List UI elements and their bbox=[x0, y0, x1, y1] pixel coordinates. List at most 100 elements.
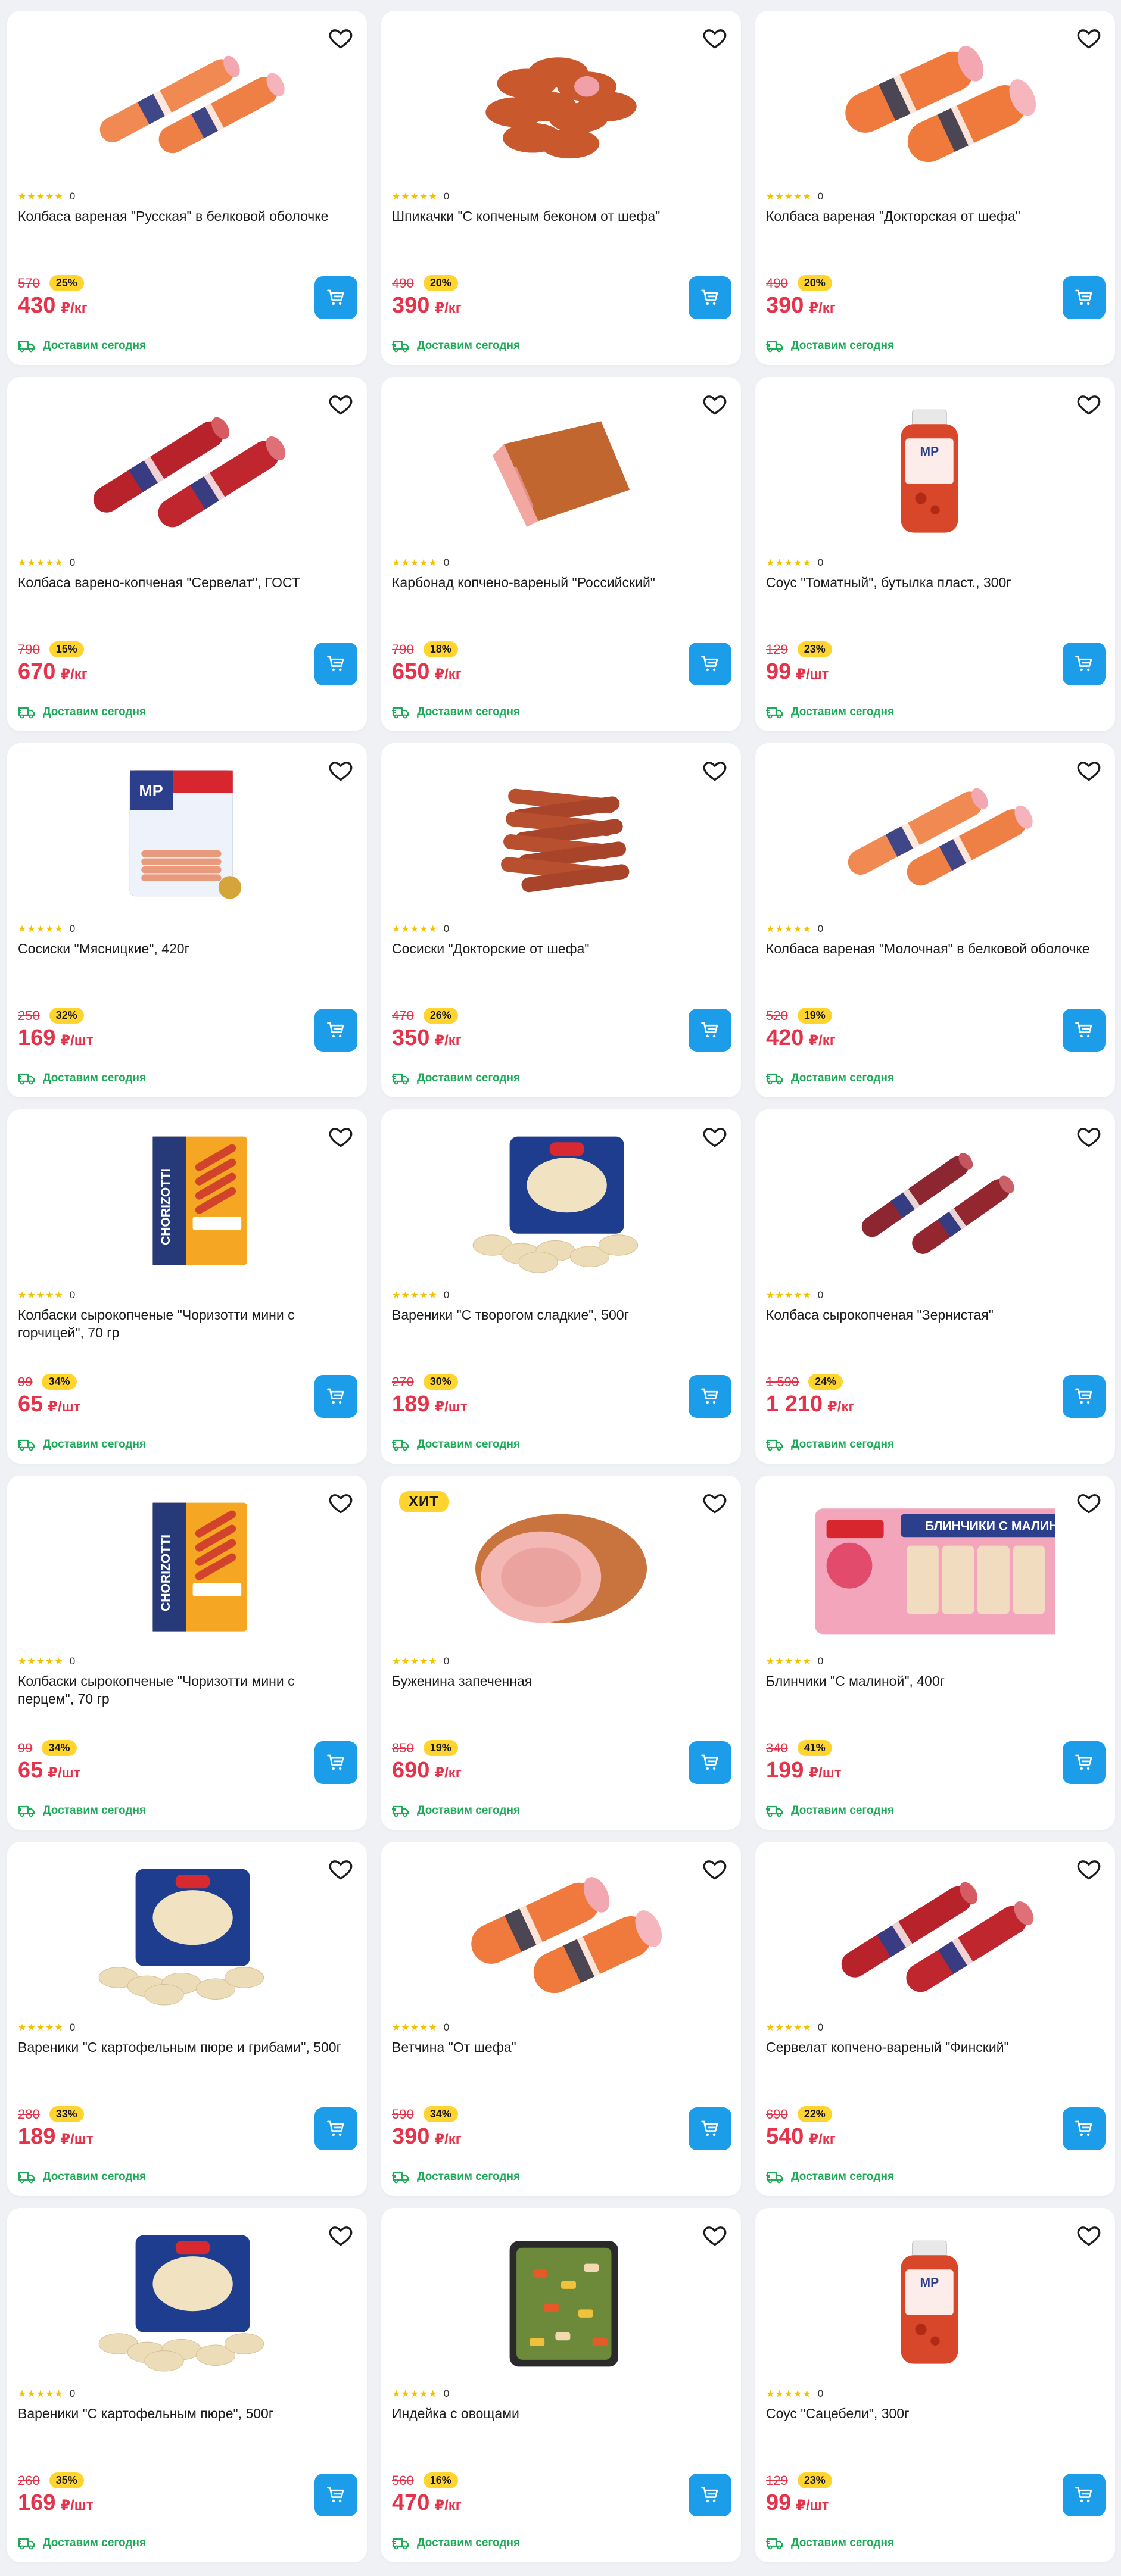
product-card[interactable]: БЛИНЧИКИ С МАЛИНОЙ ★★★★★ 0 Блинчики "С м… bbox=[755, 1476, 1115, 1830]
product-card[interactable]: ★★★★★ 0 Колбаса вареная "Русская" в белк… bbox=[7, 11, 367, 365]
favorite-heart-icon[interactable] bbox=[1076, 757, 1102, 784]
favorite-heart-icon[interactable] bbox=[702, 2222, 728, 2248]
product-image[interactable] bbox=[67, 398, 307, 541]
product-card[interactable]: ★★★★★ 0 Карбонад копчено-вареный "Россий… bbox=[381, 377, 741, 731]
add-to-cart-button[interactable] bbox=[1063, 1741, 1106, 1784]
product-card[interactable]: CHORIZOTTI ★★★★★ 0 Колбаски сырокопченые… bbox=[7, 1109, 367, 1464]
product-card[interactable]: ★★★★★ 0 Колбаса варено-копченая "Сервела… bbox=[7, 377, 367, 731]
product-card[interactable]: ★★★★★ 0 Колбаса вареная "Докторская от ш… bbox=[755, 11, 1115, 365]
favorite-heart-icon[interactable] bbox=[328, 1856, 354, 1882]
add-to-cart-button[interactable] bbox=[689, 2474, 731, 2516]
add-to-cart-button[interactable] bbox=[314, 1009, 357, 1052]
product-card[interactable]: ★★★★★ 0 Индейка с овощами 560 16% 470 ₽/… bbox=[381, 2208, 741, 2562]
product-image[interactable] bbox=[815, 765, 1055, 907]
favorite-heart-icon[interactable] bbox=[1076, 2222, 1102, 2248]
product-card[interactable]: ★★★★★ 0 Колбаса сырокопченая "Зернистая"… bbox=[755, 1109, 1115, 1464]
product-image[interactable] bbox=[815, 32, 1055, 175]
product-title[interactable]: Карбонад копчено-вареный "Российский" bbox=[392, 573, 725, 591]
product-image[interactable] bbox=[815, 1131, 1055, 1274]
add-to-cart-button[interactable] bbox=[1063, 1375, 1106, 1418]
product-card[interactable]: ★★★★★ 0 Вареники "С картофельным пюре и … bbox=[7, 1842, 367, 2196]
add-to-cart-button[interactable] bbox=[314, 2107, 357, 2150]
product-card[interactable]: ★★★★★ 0 Вареники "С творогом сладкие", 5… bbox=[381, 1109, 741, 1464]
product-card[interactable]: ★★★★★ 0 Сосиски "Докторские от шефа" 470… bbox=[381, 743, 741, 1097]
favorite-heart-icon[interactable] bbox=[702, 757, 728, 784]
add-to-cart-button[interactable] bbox=[314, 276, 357, 319]
favorite-heart-icon[interactable] bbox=[328, 1124, 354, 1150]
product-card[interactable]: ★★★★★ 0 Шпикачки "С копченым беконом от … bbox=[381, 11, 741, 365]
product-image[interactable]: CHORIZOTTI bbox=[67, 1497, 307, 1640]
product-image[interactable]: MP bbox=[67, 765, 307, 907]
product-image[interactable] bbox=[441, 1863, 681, 2006]
product-card[interactable]: MP ★★★★★ 0 Соус "Сацебели", 300г 129 23%… bbox=[755, 2208, 1115, 2562]
favorite-heart-icon[interactable] bbox=[1076, 1856, 1102, 1882]
product-card[interactable]: ★★★★★ 0 Сервелат копчено-вареный "Фински… bbox=[755, 1842, 1115, 2196]
favorite-heart-icon[interactable] bbox=[1076, 391, 1102, 417]
favorite-heart-icon[interactable] bbox=[1076, 1124, 1102, 1150]
product-card[interactable]: ХИТ ★★★★★ 0 Буженина запеченная 850 19% … bbox=[381, 1476, 741, 1830]
product-title[interactable]: Вареники "С картофельным пюре", 500г bbox=[18, 2405, 351, 2422]
product-image[interactable]: MP bbox=[815, 2229, 1055, 2372]
add-to-cart-button[interactable] bbox=[1063, 1009, 1106, 1052]
product-image[interactable]: MP bbox=[815, 398, 1055, 541]
product-title[interactable]: Шпикачки "С копченым беконом от шефа" bbox=[392, 207, 725, 225]
product-title[interactable]: Колбаса вареная "Русская" в белковой обо… bbox=[18, 207, 351, 225]
add-to-cart-button[interactable] bbox=[1063, 2474, 1106, 2516]
product-image[interactable]: БЛИНЧИКИ С МАЛИНОЙ bbox=[815, 1497, 1055, 1640]
product-card[interactable]: ★★★★★ 0 Колбаса вареная "Молочная" в бел… bbox=[755, 743, 1115, 1097]
product-image[interactable] bbox=[67, 2229, 307, 2372]
product-title[interactable]: Сосиски "Докторские от шефа" bbox=[392, 940, 725, 958]
product-title[interactable]: Колбаски сырокопченые "Чоризотти мини с … bbox=[18, 1672, 351, 1708]
product-card[interactable]: ★★★★★ 0 Ветчина "От шефа" 590 34% 390 ₽/… bbox=[381, 1842, 741, 2196]
add-to-cart-button[interactable] bbox=[314, 2474, 357, 2516]
product-title[interactable]: Индейка с овощами bbox=[392, 2405, 725, 2422]
product-title[interactable]: Сервелат копчено-вареный "Финский" bbox=[766, 2038, 1100, 2056]
product-title[interactable]: Ветчина "От шефа" bbox=[392, 2038, 725, 2056]
favorite-heart-icon[interactable] bbox=[1076, 25, 1102, 51]
product-image[interactable] bbox=[441, 765, 681, 907]
favorite-heart-icon[interactable] bbox=[702, 1856, 728, 1882]
product-image[interactable] bbox=[441, 1497, 681, 1640]
add-to-cart-button[interactable] bbox=[689, 1375, 731, 1418]
product-title[interactable]: Колбаса сырокопченая "Зернистая" bbox=[766, 1306, 1100, 1324]
product-card[interactable]: ★★★★★ 0 Вареники "С картофельным пюре", … bbox=[7, 2208, 367, 2562]
product-card[interactable]: CHORIZOTTI ★★★★★ 0 Колбаски сырокопченые… bbox=[7, 1476, 367, 1830]
add-to-cart-button[interactable] bbox=[314, 1741, 357, 1784]
product-title[interactable]: Колбаса вареная "Докторская от шефа" bbox=[766, 207, 1100, 225]
product-image[interactable] bbox=[67, 32, 307, 175]
product-image[interactable] bbox=[441, 2229, 681, 2372]
product-image[interactable] bbox=[815, 1863, 1055, 2006]
favorite-heart-icon[interactable] bbox=[328, 1490, 354, 1516]
product-title[interactable]: Сосиски "Мясницкие", 420г bbox=[18, 940, 351, 958]
add-to-cart-button[interactable] bbox=[314, 643, 357, 685]
favorite-heart-icon[interactable] bbox=[702, 1490, 728, 1516]
product-image[interactable] bbox=[441, 1131, 681, 1274]
product-title[interactable]: Вареники "С творогом сладкие", 500г bbox=[392, 1306, 725, 1324]
add-to-cart-button[interactable] bbox=[689, 1009, 731, 1052]
product-image[interactable] bbox=[441, 32, 681, 175]
add-to-cart-button[interactable] bbox=[1063, 276, 1106, 319]
product-title[interactable]: Соус "Сацебели", 300г bbox=[766, 2405, 1100, 2422]
product-title[interactable]: Колбаса вареная "Молочная" в белковой об… bbox=[766, 940, 1100, 958]
add-to-cart-button[interactable] bbox=[1063, 643, 1106, 685]
product-image[interactable] bbox=[67, 1863, 307, 2006]
product-image[interactable] bbox=[441, 398, 681, 541]
product-card[interactable]: MP ★★★★★ 0 Сосиски "Мясницкие", 420г 250… bbox=[7, 743, 367, 1097]
favorite-heart-icon[interactable] bbox=[702, 25, 728, 51]
favorite-heart-icon[interactable] bbox=[328, 25, 354, 51]
product-card[interactable]: MP ★★★★★ 0 Соус "Томатный", бутылка плас… bbox=[755, 377, 1115, 731]
add-to-cart-button[interactable] bbox=[689, 1741, 731, 1784]
product-title[interactable]: Вареники "С картофельным пюре и грибами"… bbox=[18, 2038, 351, 2056]
favorite-heart-icon[interactable] bbox=[702, 1124, 728, 1150]
favorite-heart-icon[interactable] bbox=[1076, 1490, 1102, 1516]
add-to-cart-button[interactable] bbox=[1063, 2107, 1106, 2150]
favorite-heart-icon[interactable] bbox=[328, 391, 354, 417]
add-to-cart-button[interactable] bbox=[689, 643, 731, 685]
favorite-heart-icon[interactable] bbox=[328, 757, 354, 784]
favorite-heart-icon[interactable] bbox=[328, 2222, 354, 2248]
add-to-cart-button[interactable] bbox=[689, 2107, 731, 2150]
product-title[interactable]: Буженина запеченная bbox=[392, 1672, 725, 1690]
product-title[interactable]: Колбаса варено-копченая "Сервелат", ГОСТ bbox=[18, 573, 351, 591]
product-title[interactable]: Колбаски сырокопченые "Чоризотти мини с … bbox=[18, 1306, 351, 1342]
add-to-cart-button[interactable] bbox=[689, 276, 731, 319]
